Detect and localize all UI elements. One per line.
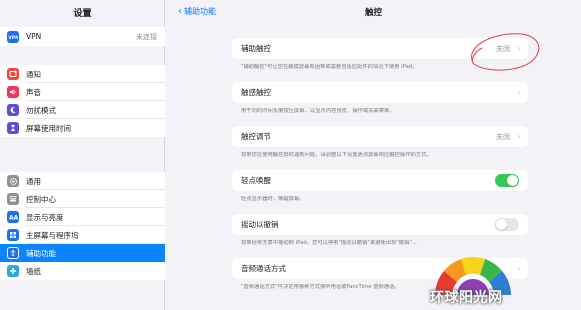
row-label: 摇动以撤销 [241,220,279,229]
speaker-icon [7,86,19,98]
sidebar-item-label: 辅助功能 [26,248,56,258]
sidebar-item-label: 墙纸 [26,266,41,276]
sidebar-group-general: 通用 控制中心 AA 显示与亮度 主屏幕与程序坞 辅助功能 墙纸 [0,172,165,280]
sidebar-item-label: VPN [26,32,42,41]
sidebar-item-accessibility[interactable]: 辅助功能 [0,244,165,262]
switches-icon [7,193,19,205]
bell-icon [7,68,19,80]
aa-icon: AA [7,211,19,223]
sidebar-item-label: 控制中心 [26,194,56,204]
haptic-touch-note: 用于同的时间长度按压屏幕，以显示内容预览、操作或关联菜单。 [241,108,395,114]
svg-text:AA: AA [9,215,18,222]
vpn-icon: VPN [7,30,19,43]
gear-icon [7,175,19,187]
chevron-right-icon: › [517,132,521,141]
row-label: 轻点唤醒 [241,176,271,185]
row-label: 音频通话方式 [241,264,286,273]
sidebar-item-label: 主屏幕与程序坞 [26,230,79,240]
chevron-right-icon: › [517,88,521,97]
sidebar-item-sounds[interactable]: 声音 [0,83,165,101]
sidebar-item-home-screen[interactable]: 主屏幕与程序坞 [0,226,165,244]
page-title: 触控 [364,8,382,18]
shake-to-undo-row: 摇动以撤销 [232,214,528,235]
sidebar-item-label: 勿扰模式 [26,105,56,115]
annotation-circle [471,33,540,71]
sidebar-item-label: 通用 [26,176,41,186]
sidebar-item-label: 屏幕使用时间 [26,123,71,133]
tap-to-wake-row: 轻点唤醒 [232,170,528,191]
sidebar-title: 设置 [73,9,92,19]
svg-text:VPN: VPN [8,35,18,41]
row-value: 关闭 [496,132,510,141]
row-label: 触控调节 [241,132,271,141]
watermark-text: 环球阳光网 [430,290,503,306]
shake-to-undo-toggle[interactable] [495,218,519,231]
tap-to-wake-note: 轻点显示器时，唤醒屏幕。 [241,196,305,202]
flower-icon [7,265,19,277]
sidebar-item-display[interactable]: AA 显示与亮度 [0,208,165,226]
sidebar-group-notifications: 通知 声音 勿扰模式 屏幕使用时间 [0,65,165,137]
sidebar-item-notifications[interactable]: 通知 [0,65,165,83]
sidebar-group-vpn: VPN VPN 未连接 [0,27,165,46]
haptic-touch-row[interactable]: 触感触控 › [232,82,528,103]
vpn-status: 未连接 [136,32,157,41]
touch-accommodations-row[interactable]: 触控调节 关闭 › [232,126,528,147]
grid-icon [7,229,19,241]
sidebar-item-label: 显示与亮度 [26,212,64,222]
sidebar-item-label: 通知 [26,69,41,79]
row-label: 辅助触控 [241,44,271,53]
row-label: 触感触控 [241,88,271,97]
sidebar-item-vpn[interactable]: VPN VPN 未连接 [0,27,165,46]
moon-icon [7,104,19,116]
sidebar-item-screen-time[interactable]: 屏幕使用时间 [0,119,165,137]
accessibility-icon [7,247,19,259]
sidebar-item-dnd[interactable]: 勿扰模式 [0,101,165,119]
touch-accommodations-note: 如果您在使用触控屏时遇到问题，请调整以下设置更改屏幕响应触控操作的方式。 [241,152,432,158]
sidebar-item-label: 声音 [26,87,41,97]
hourglass-icon [7,122,19,134]
sidebar-item-control-center[interactable]: 控制中心 [0,190,165,208]
sidebar-item-wallpaper[interactable]: 墙纸 [0,262,165,280]
sidebar: 设置 VPN VPN 未连接 通知 声音 勿扰模式 屏幕使用时间 通用 控制中心… [0,0,165,310]
tap-to-wake-toggle[interactable] [495,174,519,187]
sidebar-item-general[interactable]: 通用 [0,172,165,190]
